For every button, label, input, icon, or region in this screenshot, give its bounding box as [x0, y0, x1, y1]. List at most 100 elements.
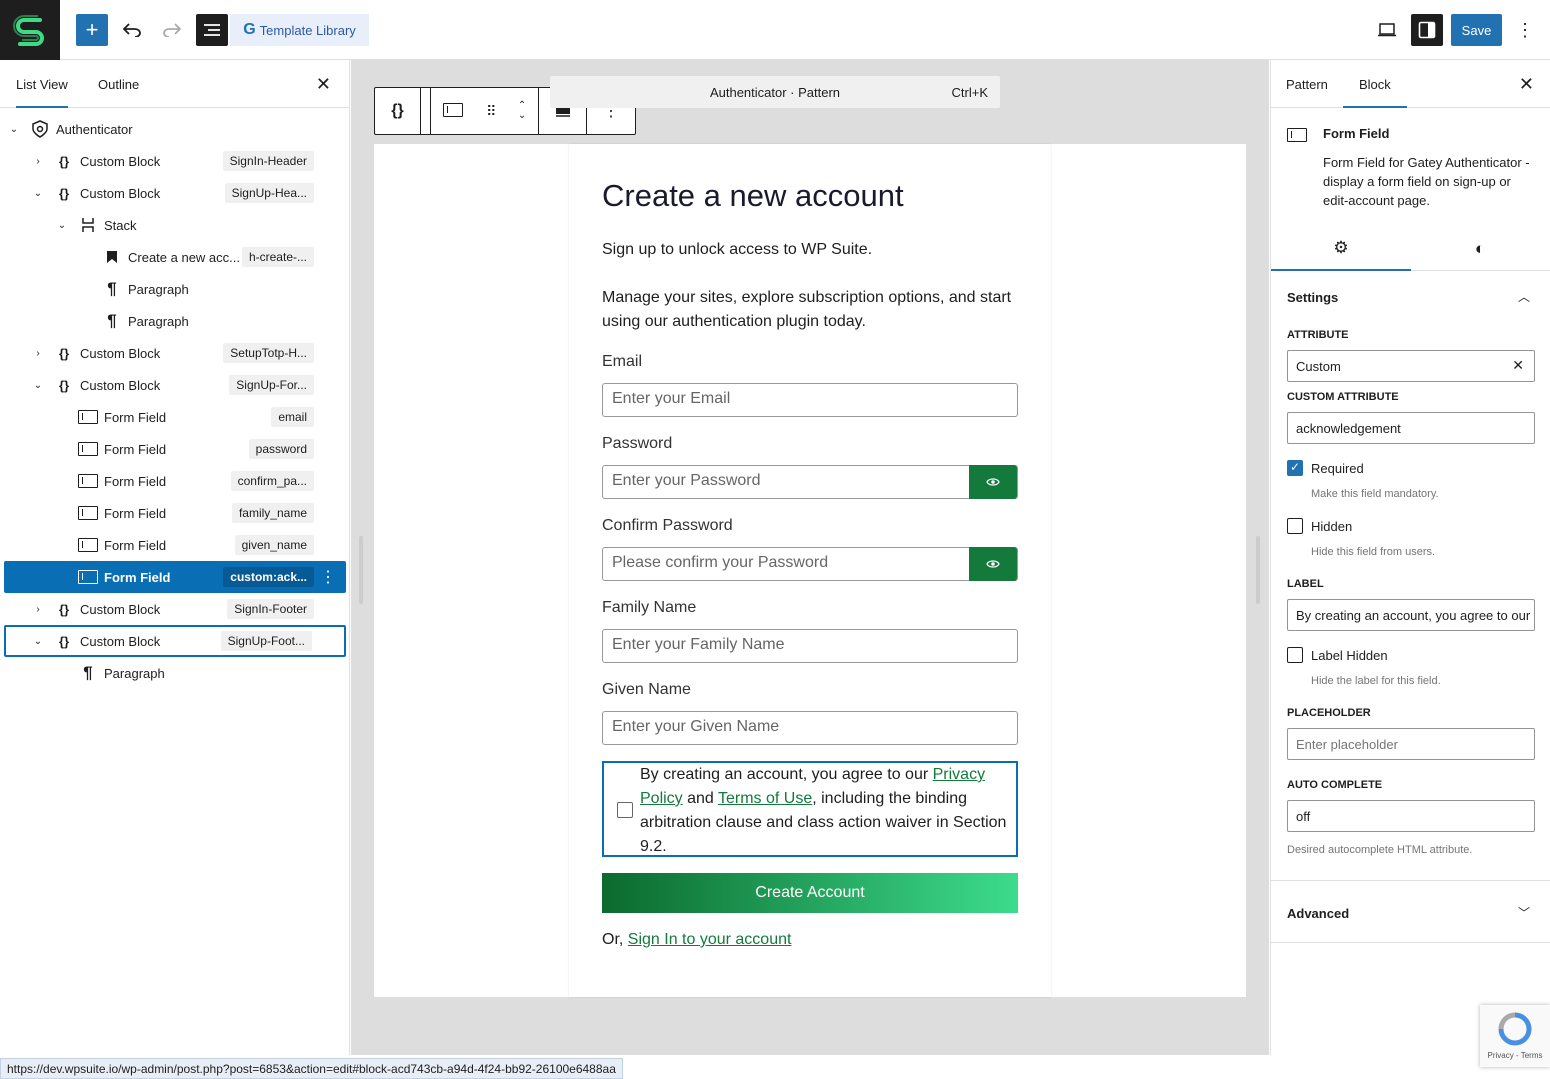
autocomplete-input[interactable]: off [1287, 800, 1535, 832]
sign-in-link[interactable]: Sign In to your account [628, 931, 792, 948]
tree-item-form-field[interactable]: Form Field password [4, 433, 346, 465]
tab-styles[interactable]: ◐ [1410, 226, 1550, 271]
clear-icon[interactable]: ✕ [1512, 357, 1524, 374]
save-button[interactable]: Save [1451, 14, 1502, 46]
toolbar-gap [421, 88, 431, 134]
terms-of-use-link[interactable]: Terms of Use [718, 790, 812, 807]
tree-item-form-field[interactable]: Form Field family_name [4, 497, 346, 529]
add-block-button[interactable]: + [76, 14, 108, 46]
tree-item-tag: SignUp-Foot... [220, 631, 312, 651]
form-field-icon[interactable] [442, 102, 463, 120]
chevron-down-icon[interactable]: ⌄ [56, 220, 68, 231]
password-field[interactable]: Enter your Password [602, 465, 1018, 499]
resize-handle[interactable] [1256, 536, 1260, 604]
move-up-down-icon[interactable]: ⌃ ⌄ [518, 101, 526, 121]
tab-settings[interactable]: ⚙ [1271, 226, 1411, 271]
settings-panel-title[interactable]: Settings [1287, 290, 1338, 305]
chevron-down-icon[interactable]: ﹀ [1518, 904, 1530, 921]
attribute-select[interactable]: Custom ✕ [1287, 350, 1535, 382]
tree-item-form-field-selected[interactable]: Form Field custom:ack... ⋮ [4, 561, 346, 593]
recaptcha-links[interactable]: Privacy - Terms [1480, 1051, 1550, 1060]
confirm-password-field[interactable]: Please confirm your Password [602, 547, 1018, 581]
tree-item-form-field[interactable]: Form Field confirm_pa... [4, 465, 346, 497]
page-title[interactable]: Create a new account [602, 178, 904, 214]
chevron-right-icon[interactable]: › [32, 156, 44, 167]
confirm-password-label: Confirm Password [602, 517, 733, 534]
chevron-up-icon[interactable]: ︿ [1518, 288, 1530, 305]
tree-item-custom-block[interactable]: ⌄ {} Custom Block SignUp-Hea... [4, 177, 346, 209]
template-library-button[interactable]: G Template Library [230, 14, 369, 46]
label-field-label: LABEL [1287, 578, 1324, 590]
placeholder-input[interactable]: Enter placeholder [1287, 728, 1535, 760]
given-name-field[interactable]: Enter your Given Name [602, 711, 1018, 745]
tree-item-custom-block[interactable]: › {} Custom Block SignIn-Header [4, 145, 346, 177]
eye-icon [986, 478, 1000, 486]
tree-item-paragraph[interactable]: ¶ Paragraph [4, 305, 346, 337]
tab-outline[interactable]: Outline [98, 60, 139, 108]
tree-item-label: Paragraph [128, 281, 189, 297]
chevron-down-icon[interactable]: ⌄ [32, 636, 44, 647]
acknowledgement-field[interactable]: By creating an account, you agree to our… [602, 761, 1018, 857]
tree-item-custom-block[interactable]: › {} Custom Block SignIn-Footer [4, 593, 346, 625]
close-icon[interactable]: ✕ [1519, 74, 1534, 95]
label-input[interactable]: By creating an account, you agree to our [1287, 599, 1535, 631]
tab-pattern[interactable]: Pattern [1286, 60, 1328, 108]
command-palette-bar[interactable]: Authenticator · Pattern Ctrl+K [550, 76, 1000, 108]
parent-block-button[interactable]: {} [375, 88, 421, 134]
tree-item-tag: family_name [231, 503, 314, 523]
show-password-button[interactable] [969, 547, 1017, 581]
tree-item-tag: h-create-... [241, 247, 314, 267]
tree-item-custom-block[interactable]: ⌄ {} Custom Block SignUp-For... [4, 369, 346, 401]
settings-sidebar: Pattern Block ✕ Form Field Form Field fo… [1270, 60, 1550, 1055]
attribute-value: Custom [1296, 359, 1341, 374]
tree-item-form-field[interactable]: Form Field email [4, 401, 346, 433]
tree-item-custom-block[interactable]: › {} Custom Block SetupTotp-H... [4, 337, 346, 369]
family-name-field[interactable]: Enter your Family Name [602, 629, 1018, 663]
close-icon[interactable]: ✕ [316, 74, 331, 95]
body-paragraph[interactable]: Manage your sites, explore subscription … [602, 286, 1022, 334]
template-library-icon: G [243, 21, 256, 38]
tree-item-label: Authenticator [56, 121, 133, 137]
form-field-icon [78, 567, 98, 587]
document-overview-button[interactable] [196, 14, 228, 46]
create-account-button[interactable]: Create Account [602, 873, 1018, 913]
custom-attribute-input[interactable]: acknowledgement [1287, 412, 1535, 444]
settings-toggle-button[interactable] [1411, 14, 1443, 46]
tab-block[interactable]: Block [1343, 60, 1407, 108]
undo-button[interactable] [116, 14, 148, 46]
advanced-panel-title[interactable]: Advanced [1287, 906, 1349, 921]
tree-item-custom-block[interactable]: ⌄ {} Custom Block SignUp-Foot... [4, 625, 346, 657]
chevron-right-icon[interactable]: › [32, 604, 44, 615]
resize-handle[interactable] [359, 536, 363, 604]
hidden-checkbox[interactable] [1287, 518, 1303, 534]
intro-paragraph[interactable]: Sign up to unlock access to WP Suite. [602, 238, 1022, 262]
label-hidden-checkbox[interactable] [1287, 647, 1303, 663]
sign-in-paragraph: Or, Sign In to your account [602, 931, 791, 949]
chevron-down-icon[interactable]: ⌄ [8, 124, 20, 135]
preview-button[interactable] [1372, 14, 1402, 46]
recaptcha-badge[interactable]: Privacy - Terms [1480, 1005, 1550, 1067]
chevron-down-icon[interactable]: ⌄ [32, 380, 44, 391]
tree-item-paragraph[interactable]: ¶ Paragraph [4, 273, 346, 305]
tree-item-paragraph[interactable]: ¶ Paragraph [4, 657, 346, 689]
tree-item-stack[interactable]: ⌄ Stack [4, 209, 346, 241]
form-field-icon [78, 503, 98, 523]
more-options-icon[interactable]: ⋮ [1510, 14, 1540, 46]
email-field[interactable]: Enter your Email [602, 383, 1018, 417]
tree-item-authenticator[interactable]: ⌄ Authenticator [4, 113, 346, 145]
required-checkbox[interactable]: ✓ [1287, 460, 1303, 476]
drag-handle-icon[interactable]: ⠿ [486, 103, 496, 120]
chevron-right-icon[interactable]: › [32, 348, 44, 359]
show-password-button[interactable] [969, 465, 1017, 499]
label-hidden-help: Hide the label for this field. [1311, 675, 1441, 687]
paragraph-icon: ¶ [107, 279, 117, 298]
tab-list-view[interactable]: List View [16, 60, 68, 108]
chevron-down-icon[interactable]: ⌄ [32, 188, 44, 199]
tree-item-form-field[interactable]: Form Field given_name [4, 529, 346, 561]
site-logo[interactable] [0, 0, 60, 60]
item-options-icon[interactable]: ⋮ [320, 567, 336, 587]
acknowledgement-checkbox[interactable] [617, 802, 633, 818]
redo-button[interactable] [156, 14, 188, 46]
eye-icon [986, 560, 1000, 568]
tree-item-heading[interactable]: Create a new acc... h-create-... [4, 241, 346, 273]
